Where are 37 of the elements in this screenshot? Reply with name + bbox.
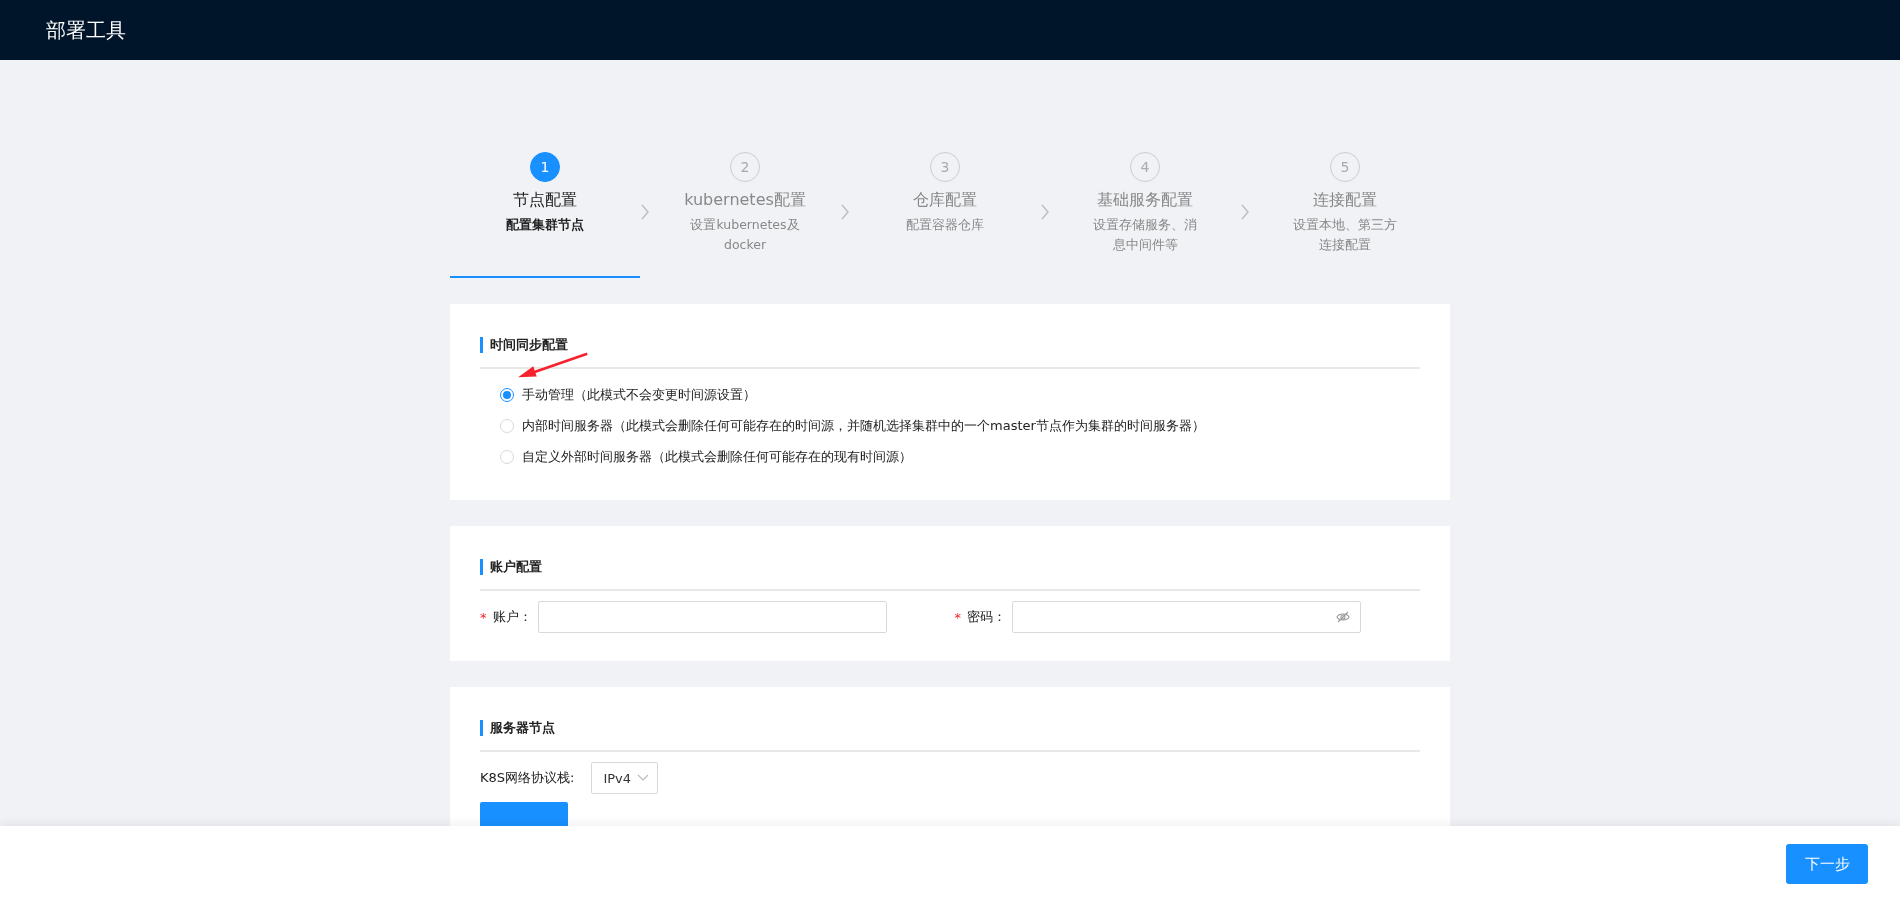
step-tab[interactable]: 1 节点配置 配置集群节点 <box>450 152 640 278</box>
chevron-right-icon <box>1040 204 1050 220</box>
chevron-right-icon <box>1240 204 1250 220</box>
section-title: 服务器节点 <box>480 720 555 736</box>
step-description: 设置存储服务、消息中间件等 <box>1092 216 1198 254</box>
protocol-select[interactable]: IPv4 <box>591 762 659 794</box>
step-description: 设置本地、第三方连接配置 <box>1292 216 1398 254</box>
section-title: 账户配置 <box>480 559 542 575</box>
step-number: 1 <box>530 152 560 182</box>
step-description: 配置容器仓库 <box>905 216 985 234</box>
required-mark: * <box>954 609 961 625</box>
step-description: 配置集群节点 <box>505 216 585 234</box>
step-title: 连接配置 <box>1313 190 1377 211</box>
field-label: 账户： <box>492 608 532 626</box>
step-title: kubernetes配置 <box>684 190 806 211</box>
step-description: 设置kubernetes及docker <box>690 216 800 254</box>
section-title: 时间同步配置 <box>480 337 568 353</box>
eye-hidden-icon[interactable] <box>1336 610 1350 624</box>
step-title: 基础服务配置 <box>1097 190 1193 211</box>
chevron-right-icon <box>840 204 850 220</box>
radio-option[interactable]: 自定义外部时间服务器（此模式会删除任何可能存在的现有时间源） <box>500 441 1420 472</box>
radio-option[interactable]: 手动管理（此模式不会变更时间源设置） <box>500 379 1420 410</box>
field-label: K8S网络协议栈: <box>480 769 575 787</box>
option-label: 内部时间服务器（此模式会删除任何可能存在的时间源，并随机选择集群中的一个master节点作为集群的时间服务器） <box>522 416 1205 435</box>
chevron-right-icon <box>640 204 650 220</box>
field-label: 密码： <box>967 608 1006 626</box>
option-label: 自定义外部时间服务器（此模式会删除任何可能存在的现有时间源） <box>522 447 912 466</box>
chevron-down-icon <box>637 774 650 782</box>
required-mark: * <box>480 609 487 625</box>
step-title: 仓库配置 <box>913 190 977 211</box>
step-title: 节点配置 <box>513 190 577 211</box>
app-title: 部署工具 <box>46 16 126 44</box>
input-field[interactable] <box>1012 601 1361 633</box>
radio-button[interactable] <box>500 387 514 402</box>
input-field[interactable] <box>537 601 887 633</box>
option-label: 手动管理（此模式不会变更时间源设置） <box>522 385 756 404</box>
radio-option[interactable]: 内部时间服务器（此模式会删除任何可能存在的时间源，并随机选择集群中的一个master节点作为集群的时间服务器） <box>500 410 1420 441</box>
